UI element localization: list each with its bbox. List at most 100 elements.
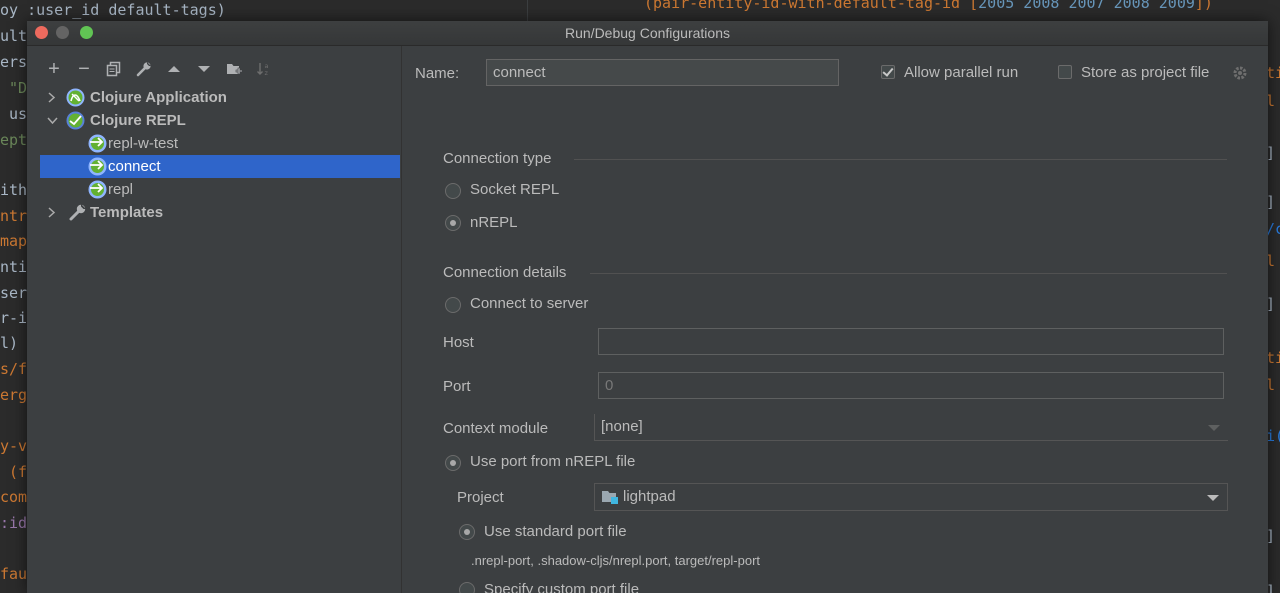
- code-line: ith: [0, 181, 28, 199]
- remove-configuration-button[interactable]: −: [73, 58, 95, 80]
- socket-repl-label: Socket REPL: [470, 181, 560, 198]
- code-line: ntr: [0, 207, 28, 225]
- project-select[interactable]: lightpad: [594, 483, 1228, 511]
- clojure-repl-icon: [88, 157, 107, 176]
- host-input[interactable]: [598, 328, 1224, 355]
- editor-right-edge: til]]/cl]tili(]]: [1266, 0, 1280, 593]
- title-bar: Run/Debug Configurations: [27, 21, 1268, 46]
- name-input[interactable]: connect: [486, 59, 839, 86]
- code-line: :id: [0, 514, 28, 532]
- name-label: Name:: [415, 65, 460, 82]
- tree-item-clojure-repl[interactable]: Clojure REPL: [40, 109, 400, 132]
- move-down-button[interactable]: [193, 58, 215, 80]
- tree-item-label: connect: [108, 158, 161, 175]
- chevron-down-icon: [1207, 495, 1219, 501]
- code-line: y-v: [0, 437, 28, 455]
- nrepl-label: nREPL: [470, 214, 518, 231]
- connect-server-label: Connect to server: [470, 295, 589, 312]
- code-line: erg: [0, 386, 28, 404]
- chevron-right-icon: [48, 92, 56, 103]
- use-standard-port-radio[interactable]: [459, 524, 475, 540]
- minus-icon: −: [78, 58, 90, 80]
- tree-item-label: Templates: [90, 204, 164, 221]
- separator: [574, 159, 1227, 160]
- wrench-icon: [69, 204, 86, 221]
- sort-button[interactable]: az: [253, 58, 275, 80]
- edit-templates-button[interactable]: [133, 58, 155, 80]
- clojure-repl-icon: [88, 134, 107, 153]
- allow-parallel-label: Allow parallel run: [904, 64, 1019, 81]
- tree-item-label: repl-w-test: [108, 135, 179, 152]
- tree-item-label: repl: [108, 181, 134, 198]
- connect-server-radio[interactable]: [445, 297, 461, 313]
- code-line: (f: [0, 463, 28, 481]
- arrow-down-icon: [198, 66, 210, 72]
- tree-item-templates[interactable]: Templates: [40, 201, 400, 224]
- context-module-value: [none]: [601, 418, 643, 435]
- code-line: oy :user_id default-tags): [0, 1, 226, 19]
- port-input[interactable]: 0: [598, 372, 1224, 399]
- port-label: Port: [443, 378, 471, 395]
- tree-item-repl-w-test[interactable]: repl-w-test: [40, 132, 400, 155]
- copy-configuration-button[interactable]: [103, 58, 125, 80]
- clojure-icon: [66, 88, 85, 107]
- tree-item-label: Clojure Application: [90, 89, 227, 106]
- module-folder-icon: [602, 491, 618, 504]
- move-up-button[interactable]: [163, 58, 185, 80]
- separator: [590, 273, 1227, 274]
- use-standard-port-label: Use standard port file: [484, 523, 627, 540]
- custom-port-radio[interactable]: [459, 582, 475, 593]
- svg-text:z: z: [265, 69, 269, 77]
- project-label: Project: [457, 489, 504, 506]
- tree-item-connect[interactable]: connect: [40, 155, 400, 178]
- add-configuration-button[interactable]: +: [43, 58, 65, 80]
- configuration-form: Name: connect Allow parallel run Store a…: [402, 46, 1268, 593]
- allow-parallel-checkbox[interactable]: [881, 65, 895, 79]
- new-folder-icon: [227, 64, 242, 75]
- code-line: us: [0, 105, 28, 123]
- use-port-file-radio[interactable]: [445, 455, 461, 471]
- tree-item-label: Clojure REPL: [90, 112, 186, 129]
- host-label: Host: [443, 334, 474, 351]
- code-fragment: i(: [1266, 427, 1280, 445]
- chevron-down-icon: [47, 117, 58, 125]
- chevron-down-icon: [1208, 425, 1220, 431]
- plus-icon: +: [48, 58, 60, 80]
- code-fragment: /c: [1266, 220, 1280, 238]
- connection-type-title: Connection type: [443, 150, 552, 167]
- code-line: ers: [0, 53, 28, 71]
- gear-icon[interactable]: [1232, 65, 1248, 81]
- connection-details-title: Connection details: [443, 264, 567, 281]
- run-debug-dialog: Run/Debug Configurations + − a z Clojure…: [27, 21, 1268, 593]
- store-project-label: Store as project file: [1081, 64, 1210, 81]
- name-value: connect: [493, 64, 546, 81]
- custom-port-label: Specify custom port file: [484, 581, 640, 593]
- context-module-select[interactable]: [none]: [594, 414, 1228, 441]
- code-line: ser: [0, 284, 28, 302]
- project-value: lightpad: [623, 488, 676, 505]
- code-line: com: [0, 488, 28, 506]
- chevron-right-icon: [48, 207, 56, 218]
- code-line: r-i: [0, 309, 28, 327]
- socket-repl-radio[interactable]: [445, 183, 461, 199]
- tree-item-clojure-application[interactable]: Clojure Application: [40, 86, 400, 109]
- code-fragment: ti: [1266, 349, 1280, 367]
- code-line: l): [0, 334, 19, 352]
- clojure-repl-icon: [66, 111, 85, 130]
- context-module-label: Context module: [443, 420, 549, 437]
- store-project-checkbox[interactable]: [1058, 65, 1072, 79]
- new-folder-button[interactable]: [223, 58, 245, 80]
- code-line: fau: [0, 565, 28, 583]
- code-line: ult: [0, 27, 28, 45]
- code-line: s/f: [0, 360, 28, 378]
- wrench-icon: [136, 62, 151, 77]
- port-value: 0: [605, 377, 614, 394]
- arrow-up-icon: [168, 66, 180, 72]
- code-line: nti: [0, 258, 28, 276]
- tree-item-repl[interactable]: repl: [40, 178, 400, 201]
- code-line: "D: [0, 79, 28, 97]
- code-line: (pair-entity-id-with-default-tag-id [200…: [644, 0, 1213, 12]
- configurations-panel: + − az Clojure Application Clojure REPL …: [27, 46, 402, 593]
- nrepl-radio[interactable]: [445, 215, 461, 231]
- standard-port-hint: .nrepl-port, .shadow-cljs/nrepl.port, ta…: [471, 553, 761, 568]
